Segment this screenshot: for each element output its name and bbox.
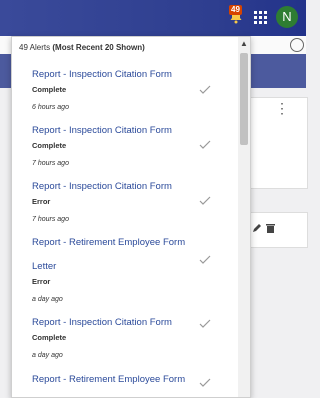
alert-status: Error	[32, 277, 51, 286]
alert-time: 6 hours ago	[32, 104, 69, 111]
check-icon[interactable]	[199, 378, 211, 388]
alert-title[interactable]: Report - Inspection Citation Form	[32, 69, 232, 81]
check-icon[interactable]	[199, 85, 211, 95]
edit-icon[interactable]	[252, 223, 262, 233]
notification-count-badge[interactable]: 49	[229, 5, 242, 15]
scrollbar-thumb[interactable]	[240, 53, 248, 145]
alert-title[interactable]: Report - Retirement Employee Form	[32, 237, 232, 249]
alert-time: 7 hours ago	[32, 216, 69, 223]
alert-title[interactable]: Report - Inspection Citation Form	[32, 181, 232, 193]
alert-time: a day ago	[32, 352, 63, 359]
alert-time: 7 hours ago	[32, 160, 69, 167]
alerts-note: (Most Recent 20 Shown)	[52, 43, 145, 52]
check-icon[interactable]	[199, 196, 211, 206]
more-options-icon[interactable]: ⋮	[275, 101, 289, 115]
user-avatar[interactable]: N	[276, 6, 298, 28]
alerts-dropdown-panel: 49 Alerts (Most Recent 20 Shown) ▲ Repor…	[11, 36, 251, 398]
alert-title[interactable]: Report - Inspection Citation Form	[32, 125, 232, 137]
alert-item[interactable]: Report - Retirement Employee Form Letter…	[32, 237, 232, 304]
check-icon[interactable]	[199, 140, 211, 150]
alert-status: Complete	[32, 333, 67, 342]
apps-grid-icon[interactable]	[254, 11, 268, 25]
alert-time: a day ago	[32, 296, 63, 303]
delete-icon[interactable]	[266, 223, 275, 233]
scroll-up-arrow-icon[interactable]: ▲	[238, 39, 250, 49]
check-icon[interactable]	[199, 255, 211, 265]
help-circle-icon[interactable]	[290, 38, 304, 52]
alerts-header: 49 Alerts (Most Recent 20 Shown)	[19, 43, 145, 52]
alerts-count: 49 Alerts	[19, 43, 51, 52]
check-icon[interactable]	[199, 319, 211, 329]
